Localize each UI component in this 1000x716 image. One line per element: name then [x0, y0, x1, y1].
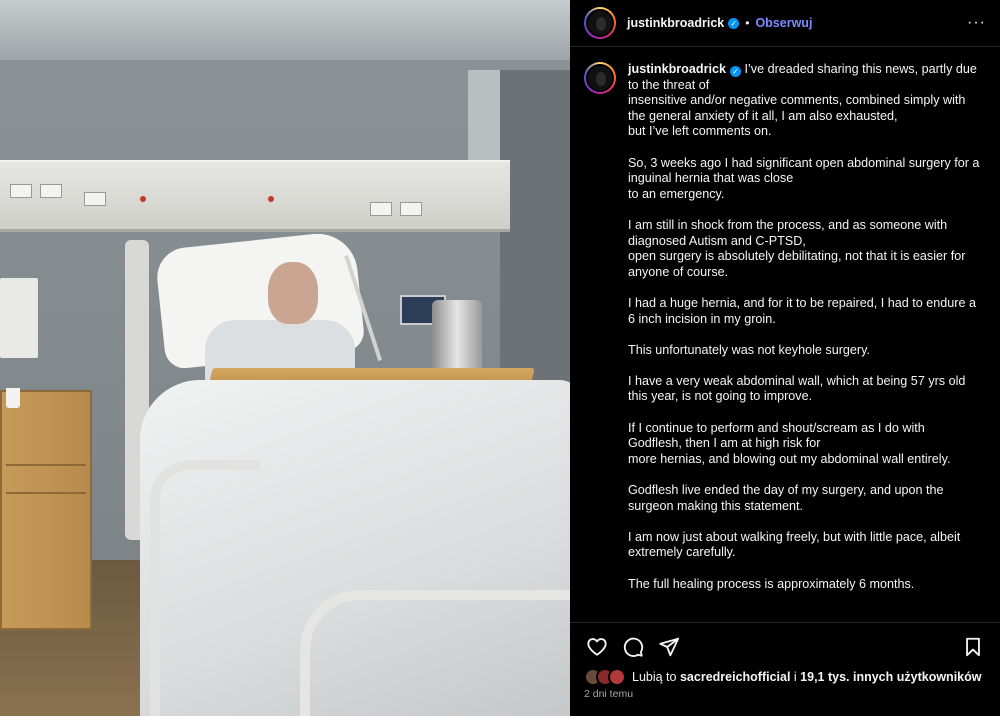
- indicator-light: [140, 196, 146, 202]
- lamp: [0, 278, 38, 358]
- verified-icon: ✓: [729, 66, 741, 78]
- liker-username[interactable]: sacredreichofficial: [680, 670, 790, 684]
- socket: [84, 192, 106, 206]
- caption-paragraph: I am now just about walking freely, but …: [628, 529, 961, 560]
- caption-paragraph: justinkbroadrick ✓ I’ve dreaded sharing t…: [628, 62, 982, 140]
- share-icon[interactable]: [656, 634, 682, 660]
- caption-username[interactable]: justinkbroadrick: [628, 62, 726, 76]
- caption-paragraph: The full healing process is approximatel…: [628, 576, 915, 591]
- bed-rail: [150, 460, 260, 716]
- caption-avatar[interactable]: [584, 62, 616, 94]
- caption-section: justinkbroadrick ✓ I’ve dreaded sharing t…: [570, 48, 1000, 618]
- post-panel: justinkbroadrick ✓ • Obserwuj ··· justin…: [570, 0, 1000, 716]
- avatar-image: [586, 9, 614, 37]
- socket: [40, 184, 62, 198]
- post-timestamp[interactable]: 2 dni temu: [584, 688, 633, 700]
- comment-icon[interactable]: [620, 634, 646, 660]
- drawer-line: [6, 492, 86, 494]
- likes-prefix: Lubią to: [632, 670, 680, 684]
- likes-row: Lubią to sacredreichofficial i 19,1 tys.…: [584, 667, 981, 687]
- caption-body: justinkbroadrick ✓ I’ve dreaded sharing t…: [628, 62, 982, 618]
- socket: [400, 202, 422, 216]
- caption-paragraph: So, 3 weeks ago I had significant open a…: [628, 155, 980, 201]
- thermos: [432, 300, 482, 372]
- likes-text: Lubią to sacredreichofficial i 19,1 tys.…: [632, 670, 981, 684]
- caption-paragraph: I have a very weak abdominal wall, which…: [628, 373, 966, 404]
- bookmark-icon[interactable]: [960, 634, 986, 660]
- action-bar: [570, 622, 1000, 662]
- liker-avatar: [608, 668, 626, 686]
- post-image: [0, 0, 570, 716]
- bed-rail: [300, 590, 570, 716]
- avatar-image: [586, 64, 614, 92]
- heart-icon[interactable]: [584, 634, 610, 660]
- cup: [6, 388, 20, 408]
- bedside-cabinet: [0, 390, 92, 630]
- separator-dot: •: [745, 16, 750, 30]
- likers-avatars[interactable]: [584, 668, 626, 686]
- post-header: justinkbroadrick ✓ • Obserwuj ···: [570, 0, 1000, 47]
- likes-conjunction: i: [790, 670, 801, 684]
- follow-button[interactable]: Obserwuj: [755, 16, 812, 30]
- bed-head-trunking: [0, 160, 510, 232]
- caption-paragraph: Godflesh live ended the day of my surger…: [628, 483, 944, 513]
- patient-head: [268, 262, 318, 324]
- caption-paragraph: This unfortunately was not keyhole surge…: [628, 342, 870, 357]
- caption-paragraph: I am still in shock from the process, an…: [628, 217, 966, 279]
- socket: [370, 202, 392, 216]
- socket: [10, 184, 32, 198]
- caption-paragraph: If I continue to perform and shout/screa…: [628, 420, 951, 466]
- username[interactable]: justinkbroadrick: [627, 16, 724, 30]
- verified-icon: ✓: [728, 17, 740, 29]
- avatar[interactable]: [584, 7, 616, 39]
- indicator-light: [268, 196, 274, 202]
- ceiling: [0, 0, 570, 60]
- drawer-line: [6, 464, 86, 466]
- more-options-icon[interactable]: ···: [967, 14, 986, 32]
- caption-paragraph: I had a huge hernia, and for it to be re…: [628, 295, 976, 326]
- likes-count[interactable]: 19,1 tys. innych użytkowników: [800, 670, 981, 684]
